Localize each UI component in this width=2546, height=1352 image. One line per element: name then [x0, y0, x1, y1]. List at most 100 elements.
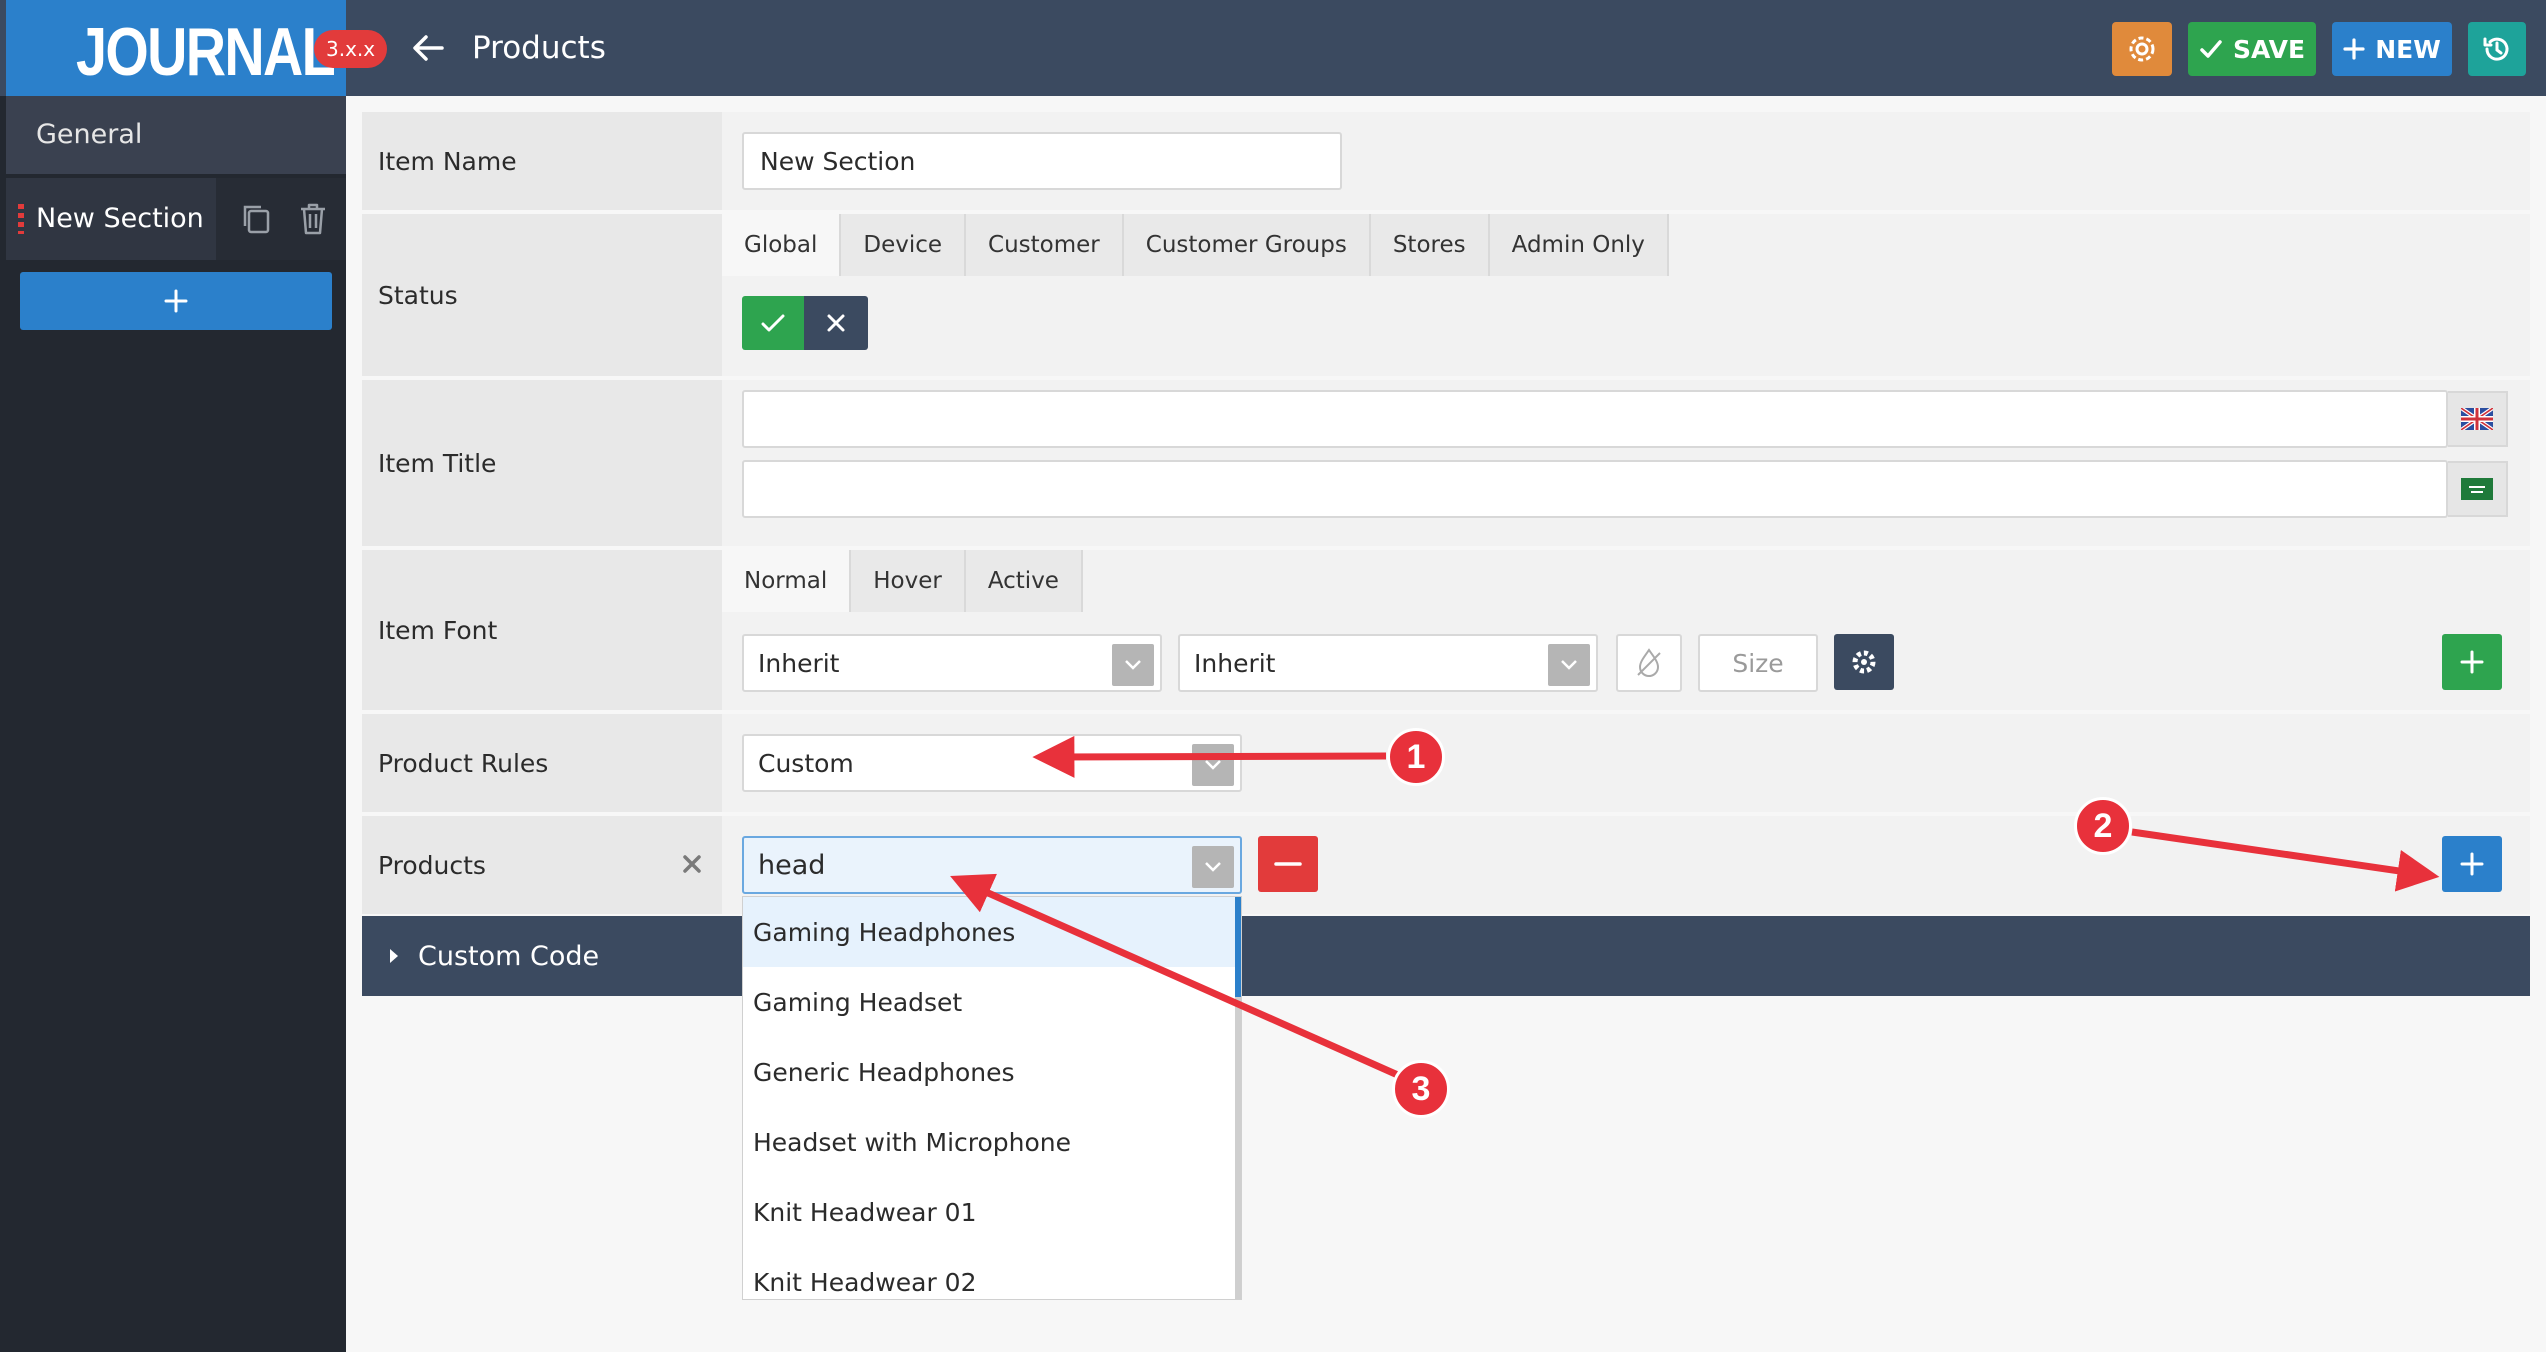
new-button[interactable]: NEW [2332, 22, 2452, 76]
gear-icon [2129, 36, 2155, 62]
product-search-input[interactable]: head [742, 836, 1242, 894]
tab-stores[interactable]: Stores [1370, 214, 1490, 276]
tab-admin-only[interactable]: Admin Only [1489, 214, 1669, 276]
product-rules-row: Product Rules Custom [362, 714, 2530, 814]
gear-icon [1852, 650, 1876, 674]
item-name-label: Item Name [362, 112, 722, 210]
font-color-picker[interactable] [1616, 634, 1682, 692]
flag-sa-icon[interactable] [2448, 461, 2508, 517]
product-rules-label: Product Rules [362, 714, 722, 812]
logo-text: JOURNAL [76, 14, 336, 90]
annotation-badge-3: 3 [1392, 1060, 1450, 1118]
back-arrow-icon[interactable] [408, 28, 448, 68]
chevron-down-icon [1192, 846, 1234, 888]
custom-code-label: Custom Code [418, 940, 600, 972]
item-font-row: Item Font Normal Hover Active Inherit In… [362, 550, 2530, 712]
product-rules-value: Custom [758, 748, 854, 778]
tab-global[interactable]: Global [722, 214, 842, 276]
font-weight-select[interactable]: Inherit [1178, 634, 1598, 692]
item-name-row: Item Name New Section [362, 112, 2530, 212]
font-family-value: Inherit [758, 648, 840, 678]
plus-icon [2343, 38, 2365, 60]
save-button[interactable]: SAVE [2188, 22, 2316, 76]
add-section-button[interactable] [20, 272, 332, 330]
chevron-down-icon [1192, 744, 1234, 786]
tab-active[interactable]: Active [965, 550, 1083, 612]
item-title-row: Item Title [362, 380, 2530, 548]
item-name-input[interactable]: New Section [742, 132, 1342, 190]
product-rules-select[interactable]: Custom [742, 734, 1242, 792]
product-rules-content: Custom [722, 714, 2530, 812]
dropdown-option[interactable]: Headset with Microphone [743, 1107, 1241, 1177]
dropdown-option[interactable]: Gaming Headphones [743, 897, 1241, 967]
sidebar: General New Section [0, 96, 346, 1352]
save-label: SAVE [2232, 34, 2306, 64]
logo[interactable]: JOURNAL [6, 0, 346, 96]
tab-normal[interactable]: Normal [722, 550, 852, 612]
sidebar-item-new-section[interactable]: New Section [6, 178, 346, 260]
item-title-content [722, 380, 2530, 546]
trash-icon[interactable] [298, 202, 328, 240]
close-icon[interactable] [680, 852, 704, 880]
close-icon [827, 314, 845, 332]
font-settings-button[interactable] [1834, 634, 1894, 690]
dropdown-option[interactable]: Generic Headphones [743, 1037, 1241, 1107]
dropdown-option[interactable]: Knit Headwear 01 [743, 1177, 1241, 1247]
annotation-badge-2: 2 [2074, 797, 2132, 855]
status-enabled-toggle[interactable] [742, 296, 804, 350]
item-font-label: Item Font [362, 550, 722, 710]
plus-icon [2460, 650, 2484, 674]
product-search-value: head [758, 849, 826, 881]
chevron-down-icon [1548, 644, 1590, 686]
dropdown-option[interactable]: Gaming Headset [743, 967, 1241, 1037]
product-dropdown: Gaming Headphones Gaming Headset Generic… [742, 896, 1242, 1300]
products-label: Products [362, 816, 722, 914]
top-bar: JOURNAL 3.x.x Products SAVE NEW [0, 0, 2546, 96]
status-disabled-toggle[interactable] [804, 296, 868, 350]
status-row: Status Global Device Customer Customer G… [362, 214, 2530, 378]
dropdown-scrollbar-thumb[interactable] [1235, 897, 1241, 997]
font-weight-value: Inherit [1194, 648, 1276, 678]
plus-icon [2460, 852, 2484, 876]
status-content: Global Device Customer Customer Groups S… [722, 214, 2530, 376]
chevron-down-icon [1112, 644, 1154, 686]
font-size-input[interactable]: Size [1698, 634, 1818, 692]
item-title-input-en[interactable] [742, 390, 2448, 448]
item-title-label: Item Title [362, 380, 722, 546]
history-icon [2483, 37, 2509, 61]
history-button[interactable] [2468, 22, 2526, 76]
color-drop-icon [1637, 648, 1661, 677]
annotation-badge-1: 1 [1387, 728, 1445, 786]
page-title: Products [472, 30, 606, 66]
drag-handle-icon[interactable] [18, 204, 24, 234]
check-icon [2200, 40, 2222, 58]
add-product-button[interactable] [2442, 836, 2502, 892]
check-icon [761, 314, 785, 332]
add-font-button[interactable] [2442, 634, 2502, 690]
tab-hover[interactable]: Hover [851, 550, 966, 612]
duplicate-icon[interactable] [240, 202, 272, 240]
version-badge: 3.x.x [314, 30, 388, 68]
flag-uk-icon[interactable] [2448, 391, 2508, 447]
custom-code-section[interactable]: Custom Code [362, 916, 2530, 996]
status-tabs: Global Device Customer Customer Groups S… [722, 214, 1669, 276]
font-family-select[interactable]: Inherit [742, 634, 1162, 692]
minus-icon [1274, 862, 1302, 866]
sidebar-item-actions [216, 178, 346, 260]
item-font-content: Normal Hover Active Inherit Inherit Size [722, 550, 2530, 710]
products-row: Products head [362, 816, 2530, 916]
new-label: NEW [2375, 34, 2441, 64]
tab-device[interactable]: Device [841, 214, 967, 276]
settings-button[interactable] [2112, 22, 2172, 76]
sidebar-item-general[interactable]: General [6, 96, 346, 174]
remove-product-button[interactable] [1258, 836, 1318, 892]
plus-icon [164, 289, 188, 313]
caret-right-icon [390, 949, 398, 963]
sidebar-item-label: New Section [36, 203, 204, 234]
tab-customer[interactable]: Customer [966, 214, 1124, 276]
tab-customer-groups[interactable]: Customer Groups [1123, 214, 1371, 276]
font-state-tabs: Normal Hover Active [722, 550, 1083, 612]
status-label: Status [362, 214, 722, 376]
dropdown-option[interactable]: Knit Headwear 02 [743, 1247, 1241, 1299]
item-title-input-ar[interactable] [742, 460, 2448, 518]
